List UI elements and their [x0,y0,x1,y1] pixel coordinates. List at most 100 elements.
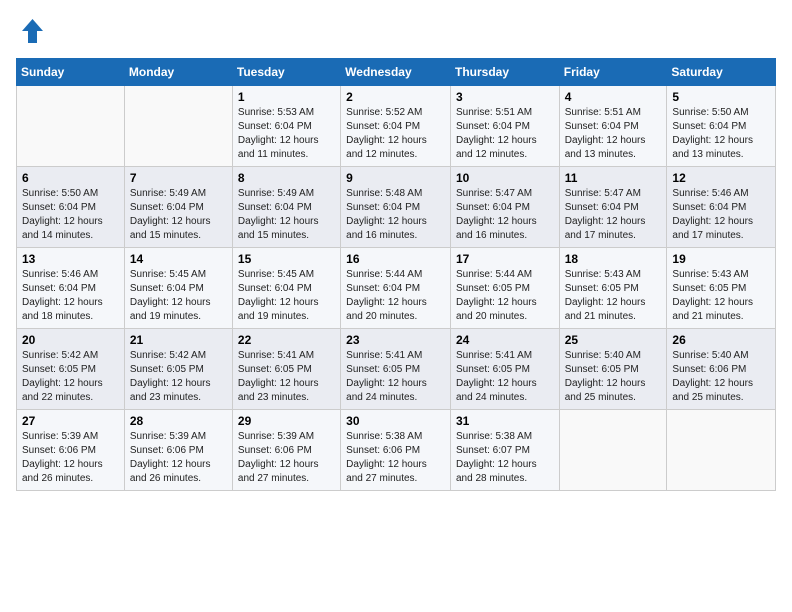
day-number: 2 [346,90,445,104]
calendar-cell: 17 Sunrise: 5:44 AM Sunset: 6:05 PM Dayli… [450,248,559,329]
day-number: 13 [22,252,119,266]
day-number: 29 [238,414,335,428]
day-number: 5 [672,90,770,104]
day-detail: Sunrise: 5:51 AM Sunset: 6:04 PM Dayligh… [456,106,554,162]
weekday-header: Tuesday [232,59,340,86]
calendar-week-row: 13 Sunrise: 5:46 AM Sunset: 6:04 PM Dayli… [17,248,776,329]
day-number: 1 [238,90,335,104]
day-number: 15 [238,252,335,266]
day-detail: Sunrise: 5:51 AM Sunset: 6:04 PM Dayligh… [565,106,662,162]
calendar-cell [17,86,125,167]
day-detail: Sunrise: 5:40 AM Sunset: 6:06 PM Dayligh… [672,349,770,405]
calendar-week-row: 6 Sunrise: 5:50 AM Sunset: 6:04 PM Daylig… [17,167,776,248]
day-detail: Sunrise: 5:41 AM Sunset: 6:05 PM Dayligh… [238,349,335,405]
day-number: 21 [130,333,227,347]
day-detail: Sunrise: 5:45 AM Sunset: 6:04 PM Dayligh… [238,268,335,324]
calendar-cell: 20 Sunrise: 5:42 AM Sunset: 6:05 PM Dayli… [17,329,125,410]
calendar-cell: 30 Sunrise: 5:38 AM Sunset: 6:06 PM Dayli… [341,410,451,491]
day-detail: Sunrise: 5:41 AM Sunset: 6:05 PM Dayligh… [346,349,445,405]
calendar-cell: 24 Sunrise: 5:41 AM Sunset: 6:05 PM Dayli… [450,329,559,410]
day-number: 4 [565,90,662,104]
day-number: 3 [456,90,554,104]
day-number: 16 [346,252,445,266]
day-detail: Sunrise: 5:41 AM Sunset: 6:05 PM Dayligh… [456,349,554,405]
day-detail: Sunrise: 5:39 AM Sunset: 6:06 PM Dayligh… [22,430,119,486]
weekday-header: Monday [124,59,232,86]
day-detail: Sunrise: 5:49 AM Sunset: 6:04 PM Dayligh… [238,187,335,243]
calendar-cell: 10 Sunrise: 5:47 AM Sunset: 6:04 PM Dayli… [450,167,559,248]
day-detail: Sunrise: 5:44 AM Sunset: 6:05 PM Dayligh… [456,268,554,324]
calendar-cell: 15 Sunrise: 5:45 AM Sunset: 6:04 PM Dayli… [232,248,340,329]
day-detail: Sunrise: 5:45 AM Sunset: 6:04 PM Dayligh… [130,268,227,324]
page-header [16,16,776,46]
calendar-cell: 11 Sunrise: 5:47 AM Sunset: 6:04 PM Dayli… [559,167,667,248]
calendar-cell: 27Sunrise: 5:39 AM Sunset: 6:06 PM Dayli… [17,410,125,491]
day-detail: Sunrise: 5:42 AM Sunset: 6:05 PM Dayligh… [22,349,119,405]
day-detail: Sunrise: 5:50 AM Sunset: 6:04 PM Dayligh… [22,187,119,243]
calendar-week-row: 27Sunrise: 5:39 AM Sunset: 6:06 PM Dayli… [17,410,776,491]
calendar-week-row: 1Sunrise: 5:53 AM Sunset: 6:04 PM Daylig… [17,86,776,167]
calendar-cell: 26 Sunrise: 5:40 AM Sunset: 6:06 PM Dayli… [667,329,776,410]
calendar-cell: 13 Sunrise: 5:46 AM Sunset: 6:04 PM Dayli… [17,248,125,329]
calendar-cell: 7 Sunrise: 5:49 AM Sunset: 6:04 PM Daylig… [124,167,232,248]
day-number: 22 [238,333,335,347]
day-detail: Sunrise: 5:46 AM Sunset: 6:04 PM Dayligh… [672,187,770,243]
day-number: 17 [456,252,554,266]
calendar-cell: 6 Sunrise: 5:50 AM Sunset: 6:04 PM Daylig… [17,167,125,248]
day-detail: Sunrise: 5:49 AM Sunset: 6:04 PM Dayligh… [130,187,227,243]
day-detail: Sunrise: 5:50 AM Sunset: 6:04 PM Dayligh… [672,106,770,162]
day-number: 19 [672,252,770,266]
calendar-cell: 12 Sunrise: 5:46 AM Sunset: 6:04 PM Dayli… [667,167,776,248]
day-number: 30 [346,414,445,428]
day-number: 7 [130,171,227,185]
calendar-cell: 21 Sunrise: 5:42 AM Sunset: 6:05 PM Dayli… [124,329,232,410]
day-number: 14 [130,252,227,266]
calendar-cell: 25 Sunrise: 5:40 AM Sunset: 6:05 PM Dayli… [559,329,667,410]
day-detail: Sunrise: 5:46 AM Sunset: 6:04 PM Dayligh… [22,268,119,324]
weekday-header: Wednesday [341,59,451,86]
weekday-header: Sunday [17,59,125,86]
day-number: 25 [565,333,662,347]
weekday-header: Saturday [667,59,776,86]
day-number: 8 [238,171,335,185]
calendar-cell: 1Sunrise: 5:53 AM Sunset: 6:04 PM Daylig… [232,86,340,167]
logo [16,16,50,46]
weekday-header-row: SundayMondayTuesdayWednesdayThursdayFrid… [17,59,776,86]
day-number: 24 [456,333,554,347]
day-number: 12 [672,171,770,185]
day-detail: Sunrise: 5:44 AM Sunset: 6:04 PM Dayligh… [346,268,445,324]
calendar-cell: 8 Sunrise: 5:49 AM Sunset: 6:04 PM Daylig… [232,167,340,248]
day-number: 6 [22,171,119,185]
calendar-cell: 16 Sunrise: 5:44 AM Sunset: 6:04 PM Dayli… [341,248,451,329]
day-number: 18 [565,252,662,266]
calendar-cell: 3 Sunrise: 5:51 AM Sunset: 6:04 PM Daylig… [450,86,559,167]
day-number: 23 [346,333,445,347]
calendar-cell: 19Sunrise: 5:43 AM Sunset: 6:05 PM Dayli… [667,248,776,329]
calendar-cell: 9Sunrise: 5:48 AM Sunset: 6:04 PM Daylig… [341,167,451,248]
day-number: 26 [672,333,770,347]
calendar-cell: 14 Sunrise: 5:45 AM Sunset: 6:04 PM Dayli… [124,248,232,329]
calendar-cell: 23 Sunrise: 5:41 AM Sunset: 6:05 PM Dayli… [341,329,451,410]
day-detail: Sunrise: 5:38 AM Sunset: 6:06 PM Dayligh… [346,430,445,486]
calendar-cell: 2Sunrise: 5:52 AM Sunset: 6:04 PM Daylig… [341,86,451,167]
calendar-cell [124,86,232,167]
day-detail: Sunrise: 5:43 AM Sunset: 6:05 PM Dayligh… [565,268,662,324]
day-number: 10 [456,171,554,185]
day-number: 31 [456,414,554,428]
day-detail: Sunrise: 5:42 AM Sunset: 6:05 PM Dayligh… [130,349,227,405]
day-detail: Sunrise: 5:47 AM Sunset: 6:04 PM Dayligh… [565,187,662,243]
day-detail: Sunrise: 5:39 AM Sunset: 6:06 PM Dayligh… [238,430,335,486]
calendar-cell [667,410,776,491]
calendar-cell: 5 Sunrise: 5:50 AM Sunset: 6:04 PM Daylig… [667,86,776,167]
day-detail: Sunrise: 5:39 AM Sunset: 6:06 PM Dayligh… [130,430,227,486]
calendar-table: SundayMondayTuesdayWednesdayThursdayFrid… [16,58,776,491]
day-detail: Sunrise: 5:47 AM Sunset: 6:04 PM Dayligh… [456,187,554,243]
calendar-cell: 22 Sunrise: 5:41 AM Sunset: 6:05 PM Dayli… [232,329,340,410]
day-detail: Sunrise: 5:48 AM Sunset: 6:04 PM Dayligh… [346,187,445,243]
weekday-header: Thursday [450,59,559,86]
day-number: 20 [22,333,119,347]
calendar-cell: 4 Sunrise: 5:51 AM Sunset: 6:04 PM Daylig… [559,86,667,167]
weekday-header: Friday [559,59,667,86]
day-number: 11 [565,171,662,185]
day-detail: Sunrise: 5:40 AM Sunset: 6:05 PM Dayligh… [565,349,662,405]
